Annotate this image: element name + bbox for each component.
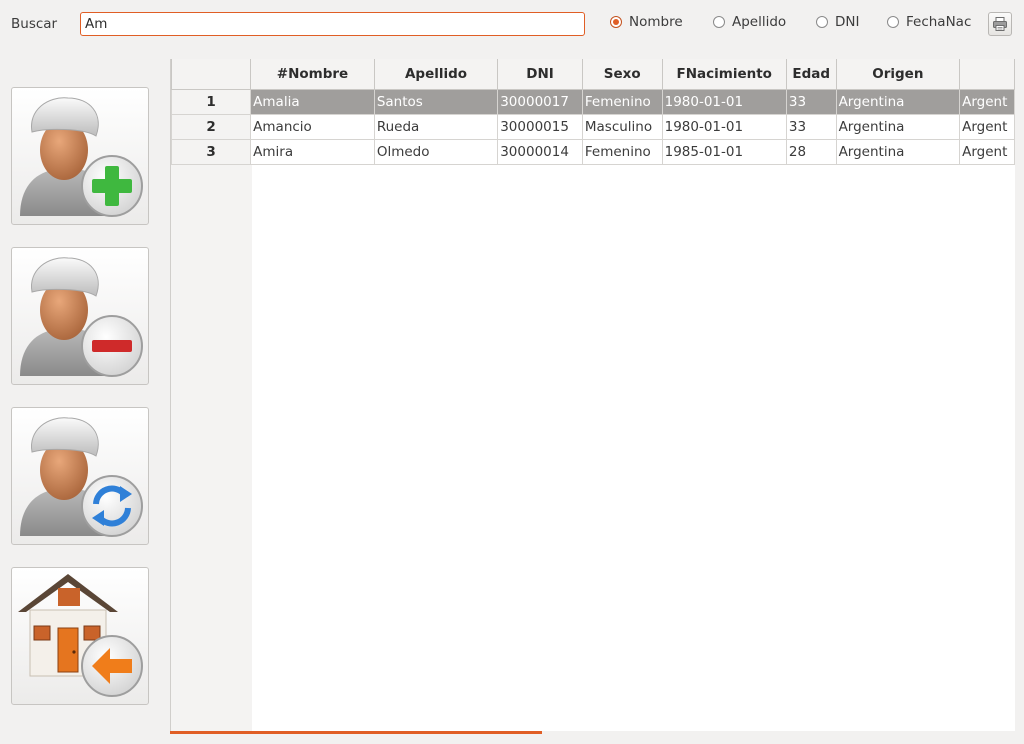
radio-indicator [816, 16, 828, 28]
row-number[interactable]: 1 [171, 89, 252, 115]
column-header-edad[interactable]: Edad [785, 59, 837, 90]
column-header-dni[interactable]: DNI [497, 59, 583, 90]
column-header-origen[interactable]: Origen [835, 59, 961, 90]
column-header-sexo[interactable]: Sexo [581, 59, 663, 90]
column-header-next[interactable] [959, 59, 1015, 90]
cell-apellido[interactable]: Olmedo [373, 139, 499, 165]
table-row[interactable]: 2 Amancio Rueda 30000015 Masculino 1980-… [171, 114, 1015, 140]
user-add-icon [20, 97, 143, 217]
printer-icon [993, 17, 1007, 31]
table-row[interactable]: 1 Amalia Santos 30000017 Femenino 1980-0… [171, 89, 1015, 115]
radio-label: DNI [835, 14, 860, 30]
cell-dni[interactable]: 30000015 [497, 114, 583, 140]
user-remove-icon [20, 257, 143, 377]
results-table: #Nombre Apellido DNI Sexo FNacimiento Ed… [171, 59, 1015, 165]
radio-indicator [713, 16, 725, 28]
cell-origen[interactable]: Argentina [835, 114, 961, 140]
cell-fnacimiento[interactable]: 1985-01-01 [661, 139, 787, 165]
cell-apellido[interactable]: Santos [373, 89, 499, 115]
cell-nombre[interactable]: Amancio [250, 114, 375, 140]
cell-origen[interactable]: Argentina [835, 89, 961, 115]
search-input[interactable] [80, 12, 585, 36]
radio-nombre[interactable]: Nombre [610, 14, 683, 30]
results-table-area[interactable]: #Nombre Apellido DNI Sexo FNacimiento Ed… [170, 59, 1015, 731]
cell-origen[interactable]: Argentina [835, 139, 961, 165]
column-header-apellido[interactable]: Apellido [373, 59, 499, 90]
add-user-button[interactable] [11, 87, 149, 225]
cell-sexo[interactable]: Masculino [581, 114, 663, 140]
cell-edad[interactable]: 33 [785, 89, 837, 115]
column-header-nombre[interactable]: #Nombre [250, 59, 375, 90]
radio-indicator [887, 16, 899, 28]
cell-apellido[interactable]: Rueda [373, 114, 499, 140]
cell-edad[interactable]: 33 [785, 114, 837, 140]
row-number[interactable]: 3 [171, 139, 252, 165]
cell-dni[interactable]: 30000017 [497, 89, 583, 115]
radio-dni[interactable]: DNI [816, 14, 859, 30]
column-header-corner [171, 59, 252, 90]
cell-origen-2[interactable]: Argent [959, 89, 1015, 115]
radio-label: Apellido [732, 14, 787, 30]
radio-apellido[interactable]: Apellido [713, 14, 786, 30]
cell-sexo[interactable]: Femenino [581, 139, 663, 165]
column-header-fnacimiento[interactable]: FNacimiento [661, 59, 787, 90]
horizontal-scrollbar[interactable] [170, 731, 542, 734]
refresh-user-button[interactable] [11, 407, 149, 545]
cell-fnacimiento[interactable]: 1980-01-01 [661, 114, 787, 140]
cell-fnacimiento[interactable]: 1980-01-01 [661, 89, 787, 115]
home-back-icon [18, 574, 143, 697]
radio-label: FechaNac [906, 14, 972, 30]
cell-origen-2[interactable]: Argent [959, 139, 1015, 165]
search-label: Buscar [11, 16, 58, 32]
radio-fechanac[interactable]: FechaNac [887, 14, 971, 30]
table-row[interactable]: 3 Amira Olmedo 30000014 Femenino 1985-01… [171, 139, 1015, 165]
home-button[interactable] [11, 567, 149, 705]
radio-label: Nombre [629, 14, 683, 30]
cell-edad[interactable]: 28 [785, 139, 837, 165]
user-refresh-icon [20, 417, 143, 537]
row-number[interactable]: 2 [171, 114, 252, 140]
cell-origen-2[interactable]: Argent [959, 114, 1015, 140]
cell-nombre[interactable]: Amira [250, 139, 375, 165]
cell-sexo[interactable]: Femenino [581, 89, 663, 115]
cell-dni[interactable]: 30000014 [497, 139, 583, 165]
print-button[interactable] [988, 12, 1012, 36]
cell-nombre[interactable]: Amalia [250, 89, 375, 115]
remove-user-button[interactable] [11, 247, 149, 385]
table-header-row: #Nombre Apellido DNI Sexo FNacimiento Ed… [171, 59, 1015, 90]
radio-indicator [610, 16, 622, 28]
